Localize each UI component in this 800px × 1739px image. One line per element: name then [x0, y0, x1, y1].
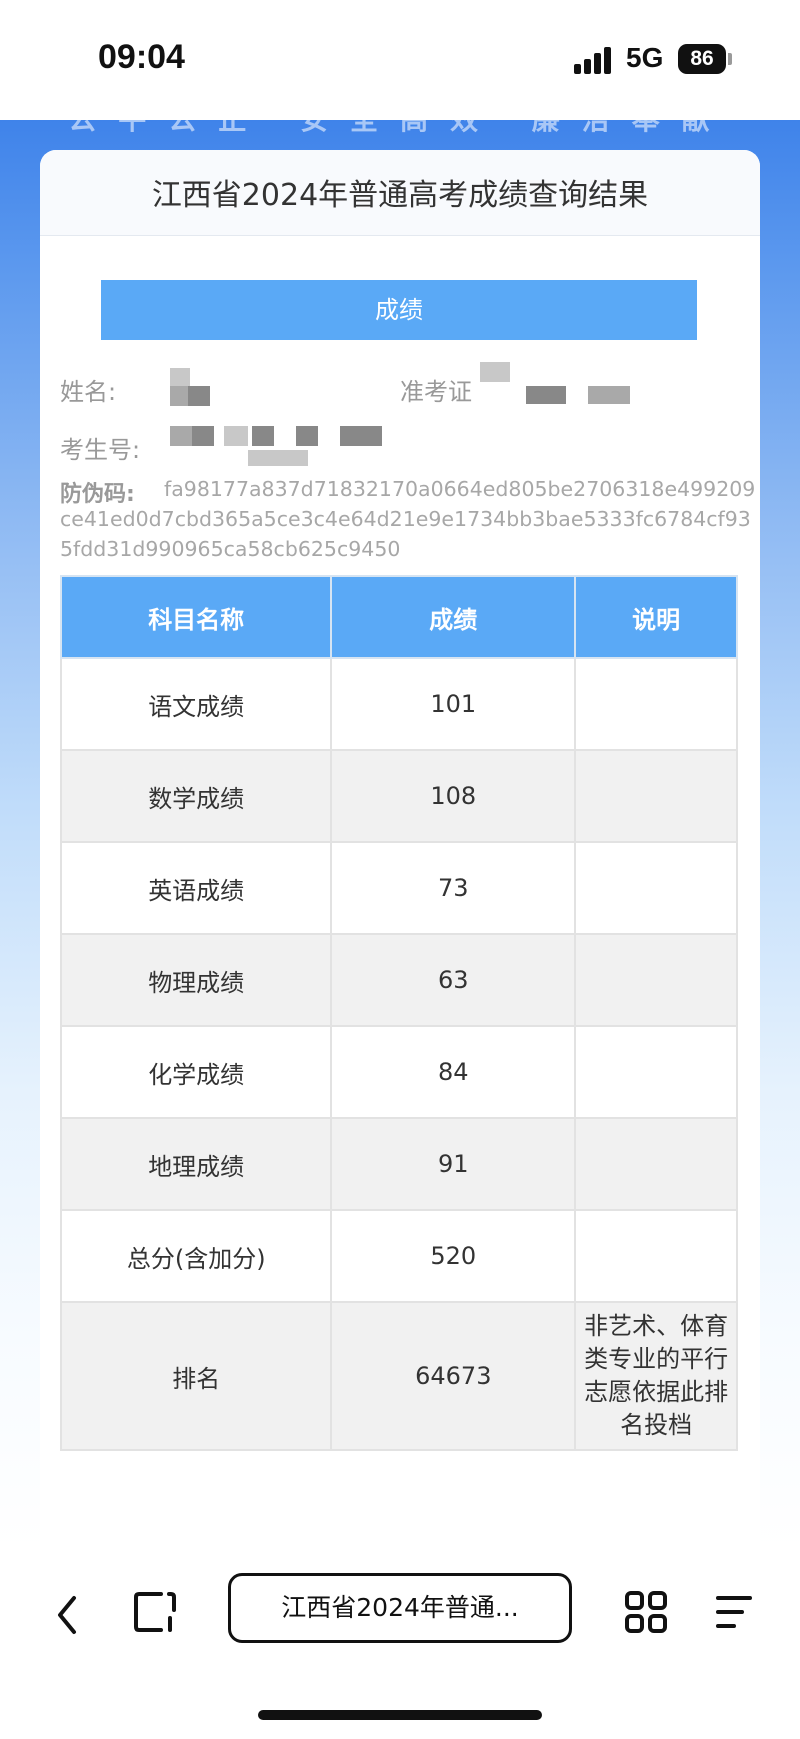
exam-number-mask [170, 426, 192, 446]
note-cell [574, 1209, 738, 1303]
name-label: 姓名: [60, 378, 117, 406]
exam-number-mask [252, 426, 274, 446]
exam-number-label: 考生号: [60, 436, 141, 464]
slogan: 公平公正 安全高效 廉洁奉献 [68, 103, 732, 136]
tabs-icon[interactable] [133, 1590, 177, 1634]
note-cell: 非艺术、体育类专业的平行志愿依据此排名投档 [574, 1301, 738, 1451]
card-header: 江西省2024年普通高考成绩查询结果 [40, 150, 760, 236]
subject-cell: 总分(含加分) [59, 1209, 333, 1303]
table-row: 总分(含加分) 520 [59, 1209, 738, 1303]
page-title: 江西省2024年普通高考成绩查询结果 [151, 178, 649, 213]
table-row: 英语成绩 73 [59, 841, 738, 935]
table-row: 物理成绩 63 [59, 933, 738, 1027]
network-type: 5G [626, 42, 664, 73]
ticket-label: 准考证 [400, 378, 472, 406]
home-indicator[interactable] [258, 1710, 542, 1720]
score-cell: 91 [330, 1117, 577, 1211]
battery-tip [728, 53, 732, 65]
name-mask [170, 368, 190, 388]
subject-cell: 数学成绩 [59, 749, 333, 843]
table-row: 数学成绩 108 [59, 749, 738, 843]
score-cell: 64673 [330, 1301, 577, 1451]
score-cell: 101 [330, 657, 577, 751]
exam-number-mask [224, 426, 248, 446]
menu-icon[interactable] [714, 1592, 754, 1632]
anti-fake-code: fa98177a837d71832170a0664ed805be2706318e… [60, 477, 756, 561]
table-row: 化学成绩 84 [59, 1025, 738, 1119]
score-cell: 84 [330, 1025, 577, 1119]
note-cell [574, 1117, 738, 1211]
address-bar[interactable]: 江西省2024年普通... [228, 1573, 572, 1643]
table-row: 排名 64673 非艺术、体育类专业的平行志愿依据此排名投档 [59, 1301, 738, 1451]
subject-cell: 排名 [59, 1301, 333, 1451]
note-cell [574, 933, 738, 1027]
note-cell [574, 841, 738, 935]
subject-cell: 化学成绩 [59, 1025, 333, 1119]
name-mask [170, 386, 188, 406]
header-subject: 科目名称 [59, 575, 333, 659]
rank-note: 非艺术、体育类专业的平行志愿依据此排名投档 [584, 1312, 729, 1439]
header-score: 成绩 [330, 575, 577, 659]
signal-icon [574, 46, 614, 74]
result-card: 江西省2024年普通高考成绩查询结果 成绩 姓名: 准考证 考生号: 防伪码: … [40, 150, 760, 1545]
subject-cell: 物理成绩 [59, 933, 333, 1027]
exam-number-mask [340, 426, 382, 446]
battery-icon: 86 [678, 44, 726, 74]
score-cell: 520 [330, 1209, 577, 1303]
subject-cell: 英语成绩 [59, 841, 333, 935]
browser-toolbar: 江西省2024年普通... [0, 1550, 800, 1739]
table-row: 语文成绩 101 [59, 657, 738, 751]
apps-grid-icon[interactable] [624, 1590, 668, 1634]
table-header-row: 科目名称 成绩 说明 [59, 575, 738, 659]
note-cell [574, 657, 738, 751]
header-note: 说明 [574, 575, 738, 659]
score-banner: 成绩 [101, 280, 697, 340]
name-mask [188, 386, 210, 406]
back-icon[interactable] [52, 1592, 82, 1638]
exam-number-mask [192, 426, 214, 446]
exam-number-mask [248, 450, 308, 466]
score-cell: 108 [330, 749, 577, 843]
table-row: 地理成绩 91 [59, 1117, 738, 1211]
subject-cell: 地理成绩 [59, 1117, 333, 1211]
score-cell: 73 [330, 841, 577, 935]
page-background: 公平公正 安全高效 廉洁奉献 江西省2024年普通高考成绩查询结果 成绩 姓名:… [0, 103, 800, 1550]
ticket-mask [588, 386, 630, 404]
score-cell: 63 [330, 933, 577, 1027]
score-table: 科目名称 成绩 说明 语文成绩 101 数学成绩 108 英语成绩 73 物理成… [59, 575, 738, 1451]
ticket-mask [480, 362, 510, 382]
note-cell [574, 1025, 738, 1119]
clock: 09:04 [98, 38, 185, 76]
note-cell [574, 749, 738, 843]
subject-cell: 语文成绩 [59, 657, 333, 751]
exam-number-mask [296, 426, 318, 446]
ticket-mask [526, 386, 566, 404]
